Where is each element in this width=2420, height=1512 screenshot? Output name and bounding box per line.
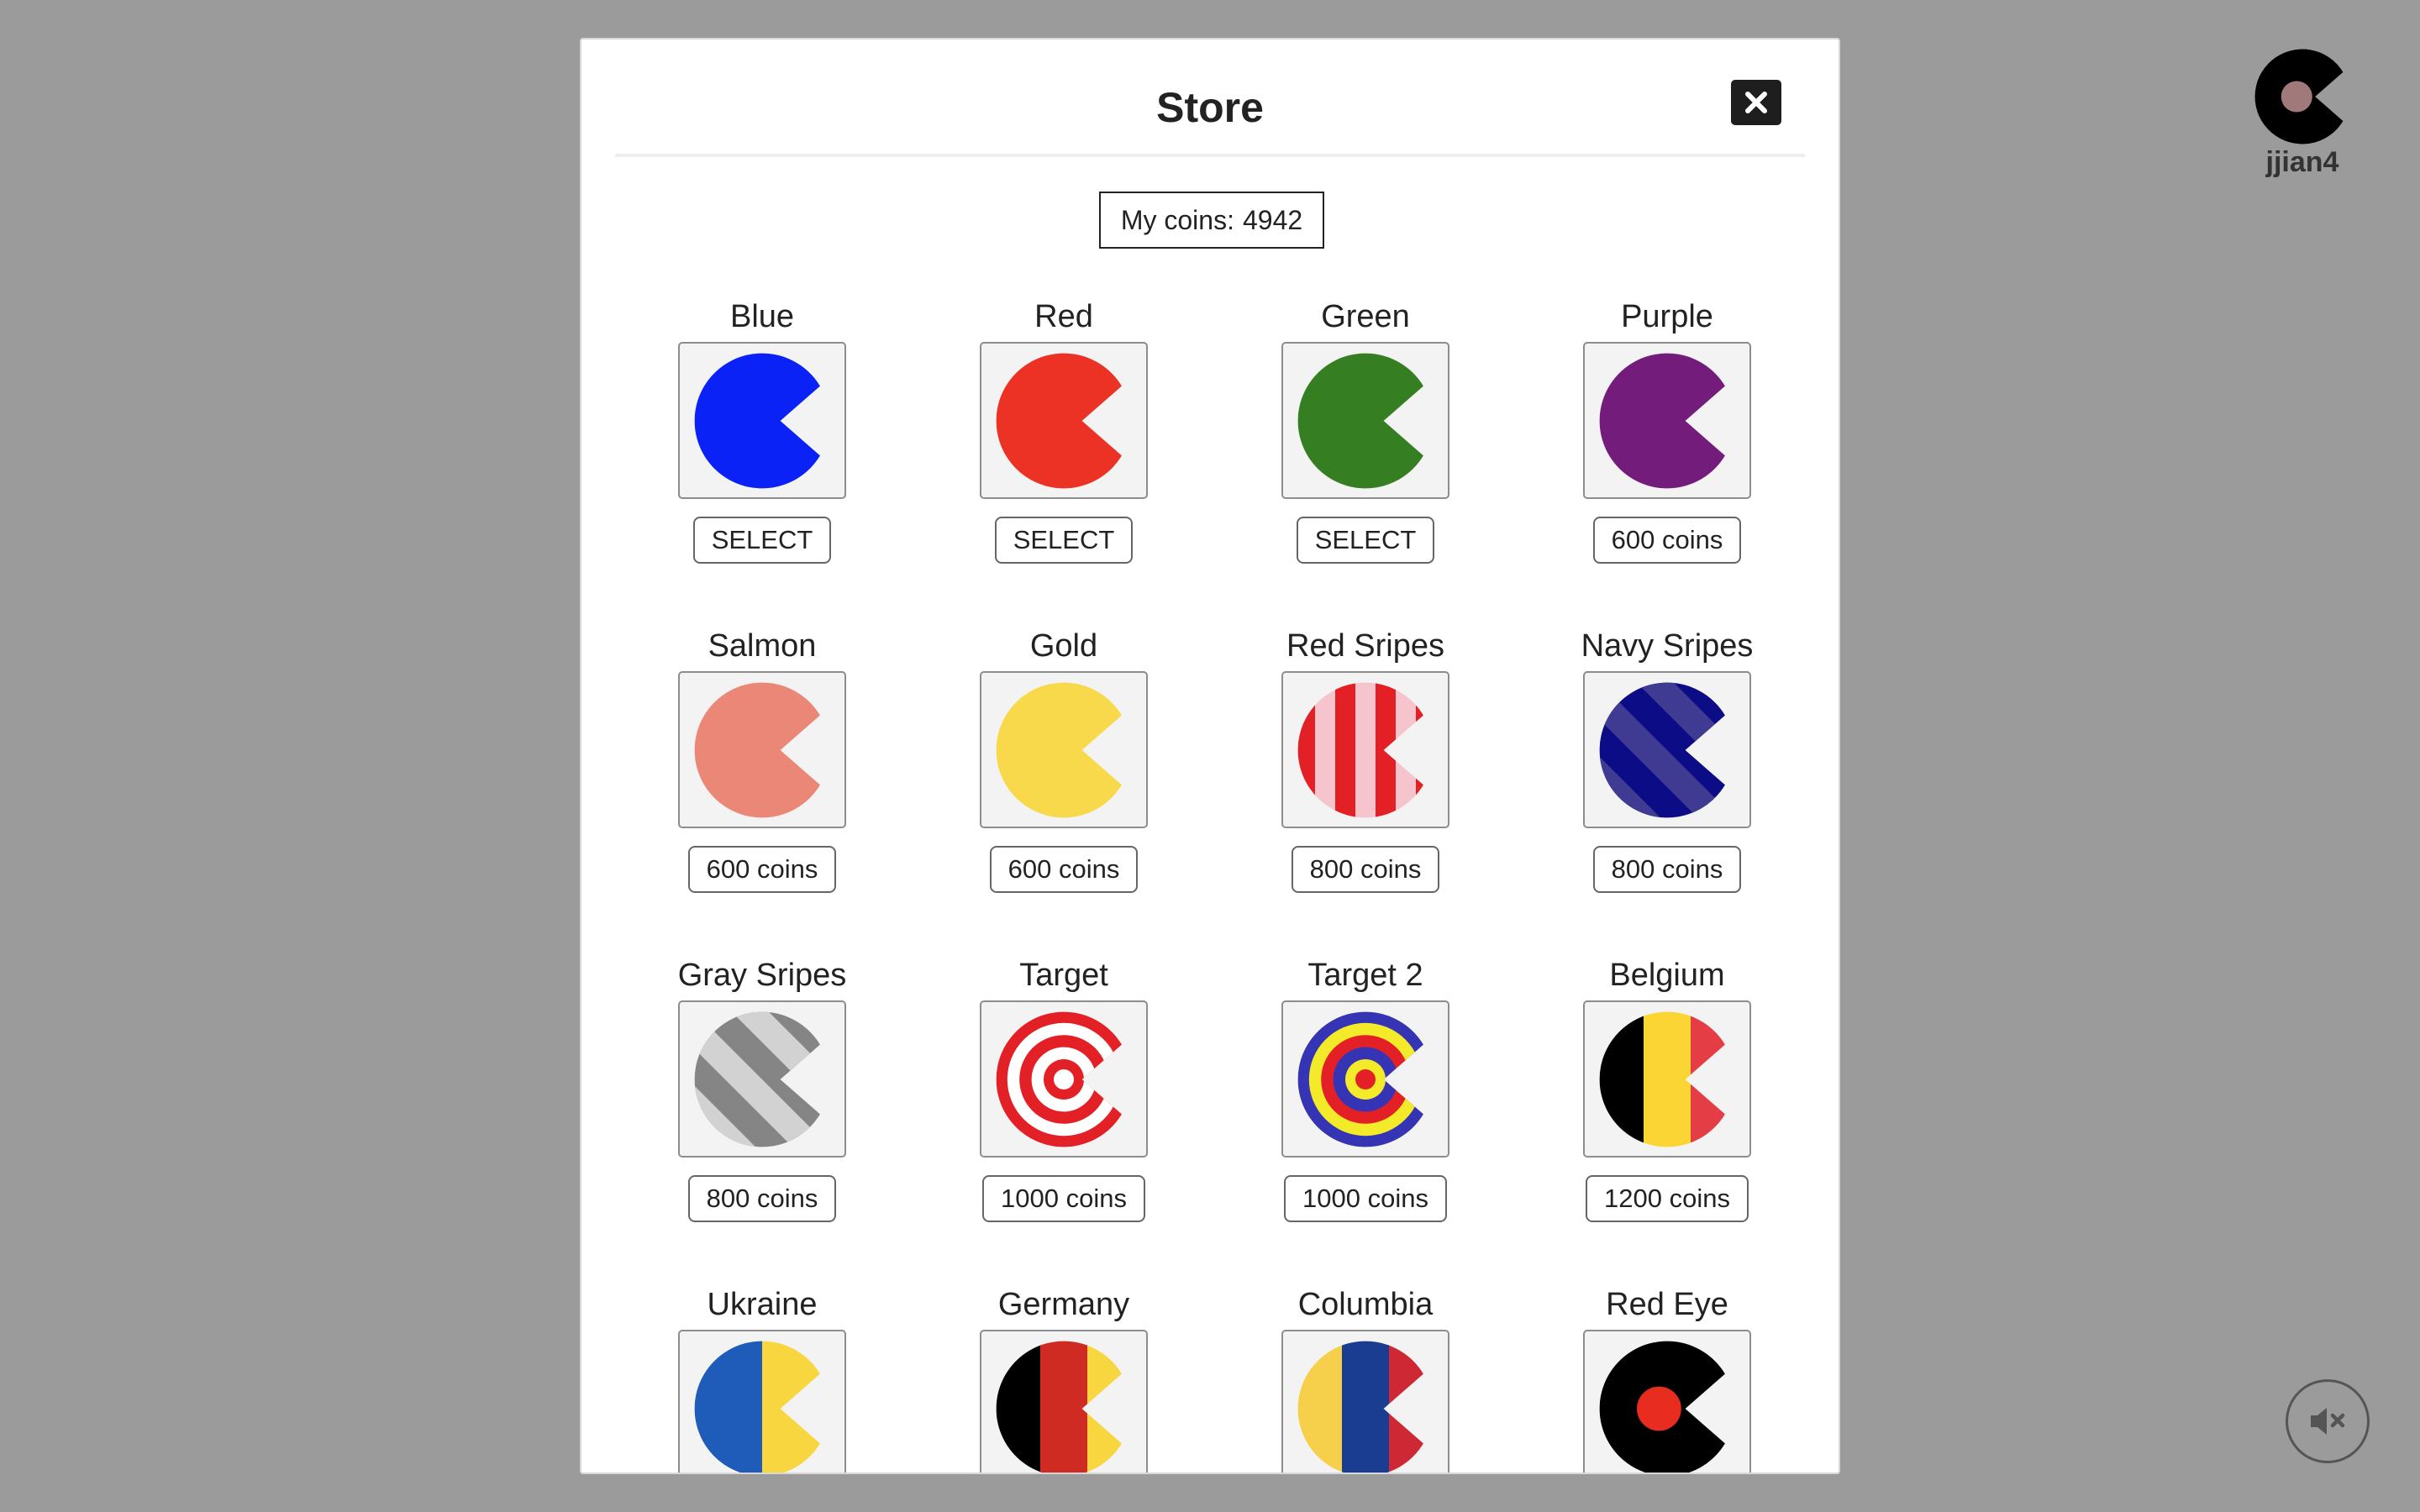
item-preview[interactable] bbox=[980, 342, 1148, 499]
store-item-salmon: Salmon 600 coins bbox=[636, 627, 888, 893]
columbia-pacman-icon bbox=[1297, 1341, 1423, 1473]
item-preview[interactable] bbox=[678, 342, 846, 499]
blue-pacman-icon bbox=[694, 353, 820, 488]
store-modal: Store My coins: 4942 Blue SELECT Red SELECT… bbox=[580, 38, 1840, 1474]
item-preview[interactable] bbox=[1583, 1000, 1751, 1158]
purple-pacman-icon bbox=[1599, 353, 1725, 488]
store-item-purple: Purple 600 coins bbox=[1541, 298, 1793, 564]
gray-sripes-pacman-icon bbox=[694, 1011, 820, 1147]
store-item-gray-sripes: Gray Sripes 800 coins bbox=[636, 957, 888, 1222]
store-item-red: Red SELECT bbox=[938, 298, 1190, 564]
item-preview[interactable] bbox=[1281, 1000, 1449, 1158]
buy-button[interactable]: 1000 coins bbox=[1284, 1175, 1447, 1222]
username: jjian4 bbox=[2265, 146, 2339, 178]
modal-header: Store bbox=[615, 39, 1805, 157]
pacman-avatar-icon bbox=[2254, 49, 2344, 144]
buy-button[interactable]: 600 coins bbox=[687, 846, 837, 893]
buy-button[interactable]: 1200 coins bbox=[1586, 1175, 1749, 1222]
item-name: Belgium bbox=[1609, 958, 1725, 993]
item-name: Columbia bbox=[1297, 1287, 1434, 1322]
buy-button[interactable]: 800 coins bbox=[687, 1175, 837, 1222]
coins-value: 4942 bbox=[1242, 204, 1303, 235]
item-preview[interactable] bbox=[678, 1000, 846, 1158]
item-preview[interactable] bbox=[678, 671, 846, 828]
green-pacman-icon bbox=[1297, 353, 1423, 488]
salmon-pacman-icon bbox=[694, 682, 820, 817]
item-name: Target bbox=[1019, 958, 1108, 993]
item-name: Target 2 bbox=[1307, 958, 1423, 993]
item-name: Red Eye bbox=[1606, 1287, 1728, 1322]
store-item-ukraine: Ukraine bbox=[636, 1286, 888, 1473]
item-preview[interactable] bbox=[980, 1000, 1148, 1158]
buy-button[interactable]: 800 coins bbox=[1291, 846, 1440, 893]
coins-label: My coins: bbox=[1120, 204, 1234, 235]
mute-speaker-icon bbox=[2311, 1408, 2345, 1435]
select-button[interactable]: SELECT bbox=[692, 517, 832, 564]
item-name: Gold bbox=[1029, 628, 1098, 664]
store-item-blue: Blue SELECT bbox=[636, 298, 888, 564]
coins-balance: My coins: 4942 bbox=[1099, 192, 1324, 249]
user-profile[interactable]: jjian4 bbox=[2245, 47, 2360, 179]
item-preview[interactable] bbox=[1583, 1330, 1751, 1473]
store-item-navy-sripes: Navy Sripes 800 coins bbox=[1541, 627, 1793, 893]
item-preview[interactable] bbox=[1281, 342, 1449, 499]
item-name: Gray Sripes bbox=[677, 958, 847, 993]
item-preview[interactable] bbox=[1281, 1330, 1449, 1473]
item-preview[interactable] bbox=[980, 671, 1148, 828]
item-name: Navy Sripes bbox=[1581, 628, 1754, 664]
item-name: Blue bbox=[729, 299, 795, 334]
select-button[interactable]: SELECT bbox=[1296, 517, 1435, 564]
belgium-pacman-icon bbox=[1599, 1011, 1725, 1147]
item-name: Purple bbox=[1621, 299, 1713, 334]
store-item-green: Green SELECT bbox=[1239, 298, 1491, 564]
store-item-columbia: Columbia bbox=[1239, 1286, 1491, 1473]
buy-button[interactable]: 600 coins bbox=[1592, 517, 1742, 564]
item-name: Ukraine bbox=[707, 1287, 818, 1322]
red-pacman-icon bbox=[996, 353, 1122, 488]
store-item-target: Target 1000 coins bbox=[938, 957, 1190, 1222]
red-sripes-pacman-icon bbox=[1297, 682, 1423, 817]
store-item-belgium: Belgium 1200 coins bbox=[1541, 957, 1793, 1222]
mute-button[interactable] bbox=[2286, 1379, 2370, 1463]
item-name: Red Sripes bbox=[1286, 628, 1444, 664]
store-item-gold: Gold 600 coins bbox=[938, 627, 1190, 893]
item-name: Germany bbox=[997, 1287, 1130, 1322]
navy-sripes-pacman-icon bbox=[1599, 682, 1725, 817]
item-preview[interactable] bbox=[1583, 342, 1751, 499]
select-button[interactable]: SELECT bbox=[994, 517, 1134, 564]
buy-button[interactable]: 1000 coins bbox=[982, 1175, 1145, 1222]
buy-button[interactable]: 800 coins bbox=[1592, 846, 1742, 893]
store-item-red-sripes: Red Sripes 800 coins bbox=[1239, 627, 1491, 893]
item-name: Green bbox=[1321, 299, 1410, 334]
item-preview[interactable] bbox=[980, 1330, 1148, 1473]
item-preview[interactable] bbox=[1583, 671, 1751, 828]
modal-title: Store bbox=[1156, 84, 1264, 131]
item-name: Salmon bbox=[708, 628, 817, 664]
gold-pacman-icon bbox=[996, 682, 1122, 817]
target-2-pacman-icon bbox=[1297, 1011, 1423, 1147]
store-item-red-eye: Red Eye bbox=[1541, 1286, 1793, 1473]
buy-button[interactable]: 600 coins bbox=[989, 846, 1139, 893]
store-item-target-2: Target 2 1000 coins bbox=[1239, 957, 1491, 1222]
item-preview[interactable] bbox=[678, 1330, 846, 1473]
close-icon bbox=[1745, 92, 1767, 113]
close-button[interactable] bbox=[1731, 80, 1781, 125]
item-name: Red bbox=[1034, 299, 1093, 334]
ukraine-pacman-icon bbox=[694, 1341, 820, 1473]
store-item-germany: Germany bbox=[938, 1286, 1190, 1473]
target-pacman-icon bbox=[996, 1011, 1122, 1147]
item-preview[interactable] bbox=[1281, 671, 1449, 828]
germany-pacman-icon bbox=[996, 1341, 1122, 1473]
red-eye-pacman-icon bbox=[1599, 1341, 1725, 1473]
